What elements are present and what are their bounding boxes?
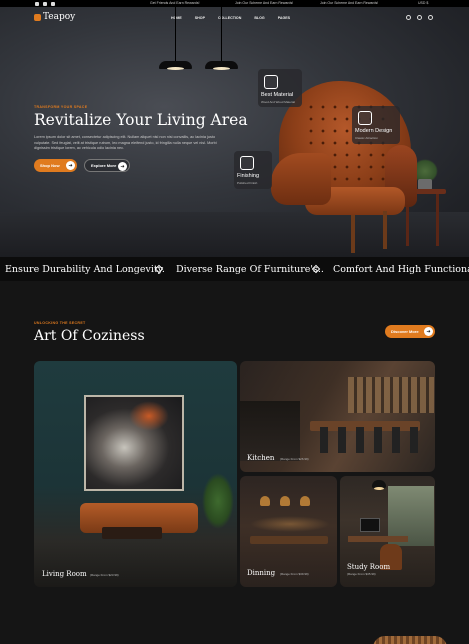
promo-text: Join Our Scheme And Earn Rewards! <box>235 1 294 5</box>
section-eyebrow: UNLOCKING THE SECRET <box>34 321 86 325</box>
nav-menu: HOME SHOP COLLECTION BLOG PAGES <box>171 16 290 20</box>
arrow-right-icon: ➜ <box>118 162 127 171</box>
nav-item-blog[interactable]: BLOG <box>254 16 264 20</box>
promo-text: Join Our Scheme And Earn Rewards! <box>320 1 379 5</box>
nav-item-shop[interactable]: SHOP <box>195 16 205 20</box>
feature-badge-material: Best Material Wood And Wood Material <box>258 69 302 107</box>
instagram-icon[interactable] <box>43 1 47 6</box>
discover-more-label: Discover More <box>391 329 419 334</box>
badge-subtitle: Classic Attraction <box>355 136 379 140</box>
currency-selector[interactable]: USD $ <box>418 1 428 5</box>
badge-subtitle: Polished Finish <box>237 181 258 185</box>
promo-text: Get Friends And Earn Rewards! <box>150 1 200 5</box>
badge-subtitle: Wood And Wood Material <box>261 100 295 104</box>
coziness-section: UNLOCKING THE SECRET Art Of Coziness Dis… <box>0 281 469 644</box>
social-links <box>35 1 55 6</box>
chairs <box>320 427 420 453</box>
badge-title: Best Material <box>261 92 294 98</box>
arrow-right-icon: ➜ <box>424 327 433 336</box>
light-glow <box>250 516 330 532</box>
card-label: Living Room <box>42 570 87 578</box>
shelves <box>348 377 434 413</box>
shop-now-label: Shop Now <box>40 163 60 168</box>
discover-more-button[interactable]: Discover More ➜ <box>385 325 435 338</box>
feature-badge-finishing: Finishing Polished Finish <box>234 151 272 189</box>
logo-icon <box>34 13 41 21</box>
card-price-range: (Range From $23.99) <box>90 573 119 577</box>
facebook-icon[interactable] <box>35 1 39 6</box>
card-price-range: (Range From $26.99) <box>280 457 309 461</box>
nav-item-pages[interactable]: PAGES <box>278 16 290 20</box>
arrow-right-icon: ➜ <box>66 161 75 170</box>
desk <box>348 536 408 542</box>
user-icon[interactable] <box>417 15 422 20</box>
marquee-item: Diverse Range Of Furniture's.. <box>176 264 324 275</box>
section-title: Art Of Coziness <box>34 328 145 344</box>
material-icon <box>264 75 278 89</box>
pendant-lamp <box>260 496 270 506</box>
card-price-range: (Range From $39.99) <box>280 572 309 576</box>
explore-more-label: Explore More <box>91 163 117 168</box>
card-label: Study Room <box>347 563 391 571</box>
search-icon[interactable] <box>406 15 411 20</box>
marquee-item: Ensure Durability And Longevity. <box>5 264 165 275</box>
badge-title: Modern Design <box>355 128 393 134</box>
whatsapp-icon[interactable] <box>51 1 55 6</box>
card-label: Kitchen <box>247 454 275 462</box>
logo-text: Teapoy <box>43 12 76 22</box>
category-card-kitchen[interactable]: Kitchen (Range From $26.99) <box>240 361 435 472</box>
main-nav: Teapoy HOME SHOP COLLECTION BLOG PAGES <box>0 7 469 29</box>
coffee-table <box>102 527 162 539</box>
monitor <box>360 518 380 532</box>
dining-table <box>250 536 328 544</box>
feature-badge-design: Modern Design Classic Attraction <box>352 106 400 144</box>
cabinet <box>240 401 300 461</box>
badge-title: Finishing <box>237 173 260 179</box>
plant <box>202 473 234 529</box>
category-card-living-room[interactable]: Living Room (Range From $23.99) <box>34 361 237 587</box>
lamp-glow <box>374 487 384 490</box>
marquee-item: Comfort And High Functionality. <box>333 264 469 275</box>
logo[interactable]: Teapoy <box>34 12 75 22</box>
pendant-lamp <box>280 496 290 506</box>
category-card-dinning[interactable]: Dinning (Range From $39.99) <box>240 476 337 587</box>
hero-description: Lorem ipsum dolor sit amet, consectetur … <box>34 135 217 151</box>
card-label: Dinning <box>247 569 276 577</box>
hero-section: Teapoy HOME SHOP COLLECTION BLOG PAGES T… <box>0 7 469 257</box>
features-marquee: Ensure Durability And Longevity. Diverse… <box>0 257 469 281</box>
explore-more-button[interactable]: Explore More ➜ <box>84 159 130 172</box>
design-icon <box>358 111 372 125</box>
finishing-icon <box>240 156 254 170</box>
heart-icon[interactable] <box>428 15 433 20</box>
hero-title: Revitalize Your Living Area <box>34 111 248 129</box>
category-card-study-room[interactable]: Study Room (Range From $35.99) <box>340 476 435 587</box>
hero-eyebrow: TRANSFORM YOUR SPACE <box>34 105 88 109</box>
shop-now-button[interactable]: Shop Now ➜ <box>34 159 77 172</box>
next-section-image-peek <box>373 636 447 644</box>
top-bar: Get Friends And Earn Rewards! Join Our S… <box>0 0 469 7</box>
art-highlight <box>129 401 169 431</box>
nav-icons <box>406 15 433 20</box>
pendant-lamp <box>300 496 310 506</box>
card-price-range: (Range From $35.99) <box>347 572 376 576</box>
nav-item-home[interactable]: HOME <box>171 16 182 20</box>
